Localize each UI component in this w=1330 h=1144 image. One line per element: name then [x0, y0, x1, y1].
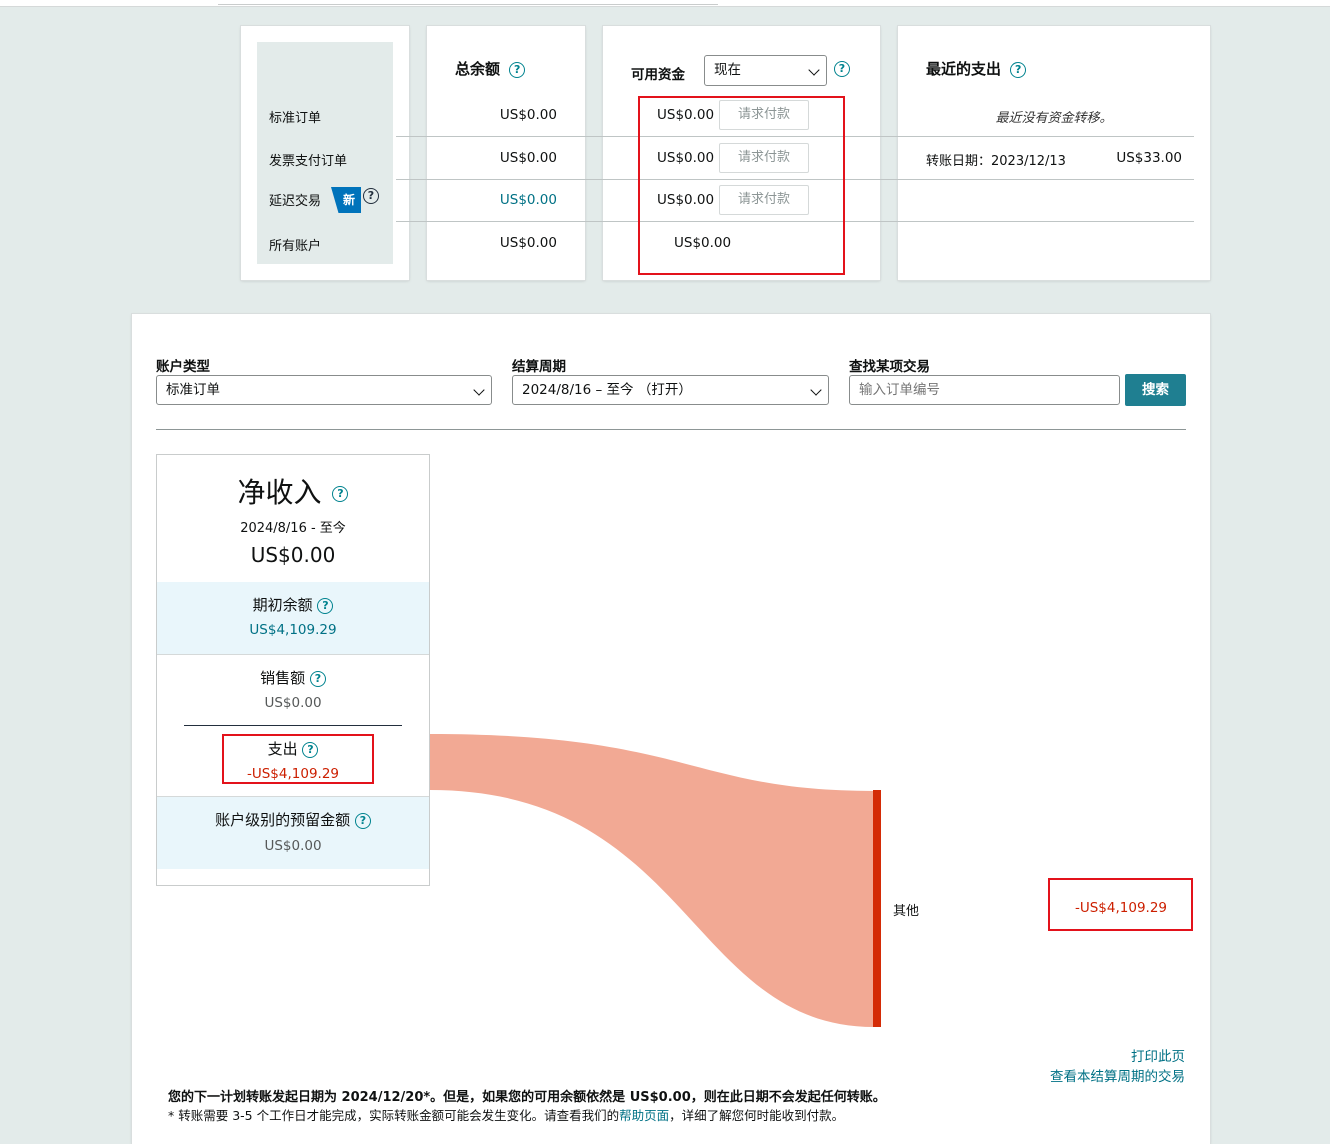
row-label-all: 所有账户	[269, 239, 322, 254]
available-funds-select[interactable]: 现在	[704, 55, 827, 86]
total-balance-title: 总余额 ?	[455, 58, 526, 79]
recent-payouts-help-icon[interactable]: ?	[1010, 61, 1027, 78]
expenses-highlight	[222, 734, 374, 784]
transfer-notice: 您的下一计划转账发起日期为 2024/12/20*。但是，如果您的可用余额依然是…	[168, 1090, 886, 1105]
recent-payout-date: 转账日期：2023/12/13	[926, 154, 1066, 169]
net-income-title-text: 净收入	[237, 476, 322, 509]
view-transactions-link[interactable]: 查看本结算周期的交易	[1050, 1065, 1185, 1085]
row-label-deferred: 延迟交易	[269, 190, 321, 209]
recent-payouts-empty: 最近没有资金转移。	[995, 111, 1113, 126]
recent-payout-amount: US$33.00	[1116, 150, 1182, 166]
account-type-label: 账户类型	[156, 359, 210, 375]
net-income-title: 净收入 ?	[157, 471, 429, 511]
chevron-down-icon	[810, 384, 822, 396]
reserve-help-icon[interactable]: ?	[354, 812, 371, 829]
chevron-down-icon	[808, 64, 820, 76]
transfer-note: * 转账需要 3-5 个工作日才能完成，实际转账金额可能会发生变化。请查看我们的…	[168, 1105, 844, 1124]
recent-payouts-title-text: 最近的支出	[926, 60, 1002, 78]
row-label-standard: 标准订单	[269, 111, 322, 126]
settlement-period-value: 2024/8/16 – 至今 （打开）	[522, 382, 692, 398]
sales-label: 销售额 ?	[157, 667, 429, 688]
recent-payouts-title: 最近的支出 ?	[926, 58, 1027, 79]
row-label-invoice: 发票支付订单	[269, 154, 348, 169]
total-balance-title-text: 总余额	[455, 60, 501, 78]
reserve-label-text: 账户级别的预留金额	[215, 811, 351, 829]
sales-help-icon[interactable]: ?	[309, 670, 326, 687]
settlement-period-select[interactable]: 2024/8/16 – 至今 （打开）	[512, 375, 829, 405]
transfer-note-prefix: * 转账需要 3-5 个工作日才能完成，实际转账金额可能会发生变化。请查看我们的	[168, 1108, 620, 1123]
opening-balance-help-icon[interactable]: ?	[317, 597, 334, 614]
sales-value: US$0.00	[264, 695, 322, 711]
search-label: 查找某项交易	[849, 359, 930, 375]
reserve-label: 账户级别的预留金额 ?	[157, 809, 429, 830]
available-funds-select-value: 现在	[714, 62, 741, 78]
settlement-period-label: 结算周期	[512, 359, 566, 375]
total-balance-all: US$0.00	[499, 235, 557, 251]
account-type-value: 标准订单	[166, 382, 220, 398]
sales-divider	[184, 725, 402, 726]
total-balance-standard: US$0.00	[499, 107, 557, 123]
total-balance-card: 总余额 ? US$0.00 US$0.00 US$0.00 US$0.00	[427, 26, 585, 280]
account-type-select[interactable]: 标准订单	[156, 375, 492, 405]
opening-balance-value: US$4,109.29	[249, 622, 337, 638]
new-badge-text: 新	[342, 193, 355, 207]
chevron-down-icon	[473, 384, 485, 396]
opening-balance-label-text: 期初余额	[252, 596, 313, 614]
total-balance-deferred[interactable]: US$0.00	[500, 192, 557, 208]
net-income-period: 2024/8/16 - 至今	[240, 521, 346, 536]
transfer-note-suffix: ，详细了解您何时能收到付款。	[669, 1108, 845, 1123]
search-button[interactable]: 搜索	[1125, 374, 1186, 406]
print-page-link[interactable]: 打印此页	[1131, 1045, 1185, 1065]
recent-payouts-card: 最近的支出 ? 最近没有资金转移。 转账日期：2023/12/13 US$33.…	[898, 26, 1210, 280]
search-input[interactable]	[849, 375, 1120, 405]
sales-label-text: 销售额	[260, 669, 306, 687]
total-balance-help-icon[interactable]: ?	[509, 61, 526, 78]
flow-category-label: 其他	[893, 904, 920, 919]
net-income-amount: US$0.00	[250, 543, 336, 567]
available-funds-help-icon[interactable]: ?	[834, 61, 850, 77]
deferred-help-icon[interactable]: ?	[363, 188, 379, 204]
opening-balance-label: 期初余额 ?	[157, 594, 429, 615]
net-income-card: 净收入 ? 2024/8/16 - 至今 US$0.00 期初余额 ? US$4…	[156, 454, 430, 886]
reserve-section: 账户级别的预留金额 ? US$0.00	[157, 796, 429, 869]
help-page-link[interactable]: 帮助页面	[619, 1108, 669, 1123]
available-funds-highlight	[638, 96, 845, 275]
filters-divider	[156, 429, 1186, 430]
top-bar	[0, 0, 1330, 7]
total-balance-invoice: US$0.00	[499, 150, 557, 166]
reserve-value: US$0.00	[264, 838, 322, 854]
row-label-deferred-text: 延迟交易	[269, 194, 322, 209]
row-labels-card: 标准订单 发票支付订单 延迟交易 新 ? 所有账户	[241, 26, 409, 280]
opening-balance-section: 期初余额 ? US$4,109.29	[157, 582, 429, 655]
net-income-help-icon[interactable]: ?	[332, 486, 349, 502]
available-funds-title: 可用资金	[631, 67, 685, 83]
top-bar-stub	[218, 0, 718, 5]
flow-amount-highlight	[1048, 878, 1193, 931]
